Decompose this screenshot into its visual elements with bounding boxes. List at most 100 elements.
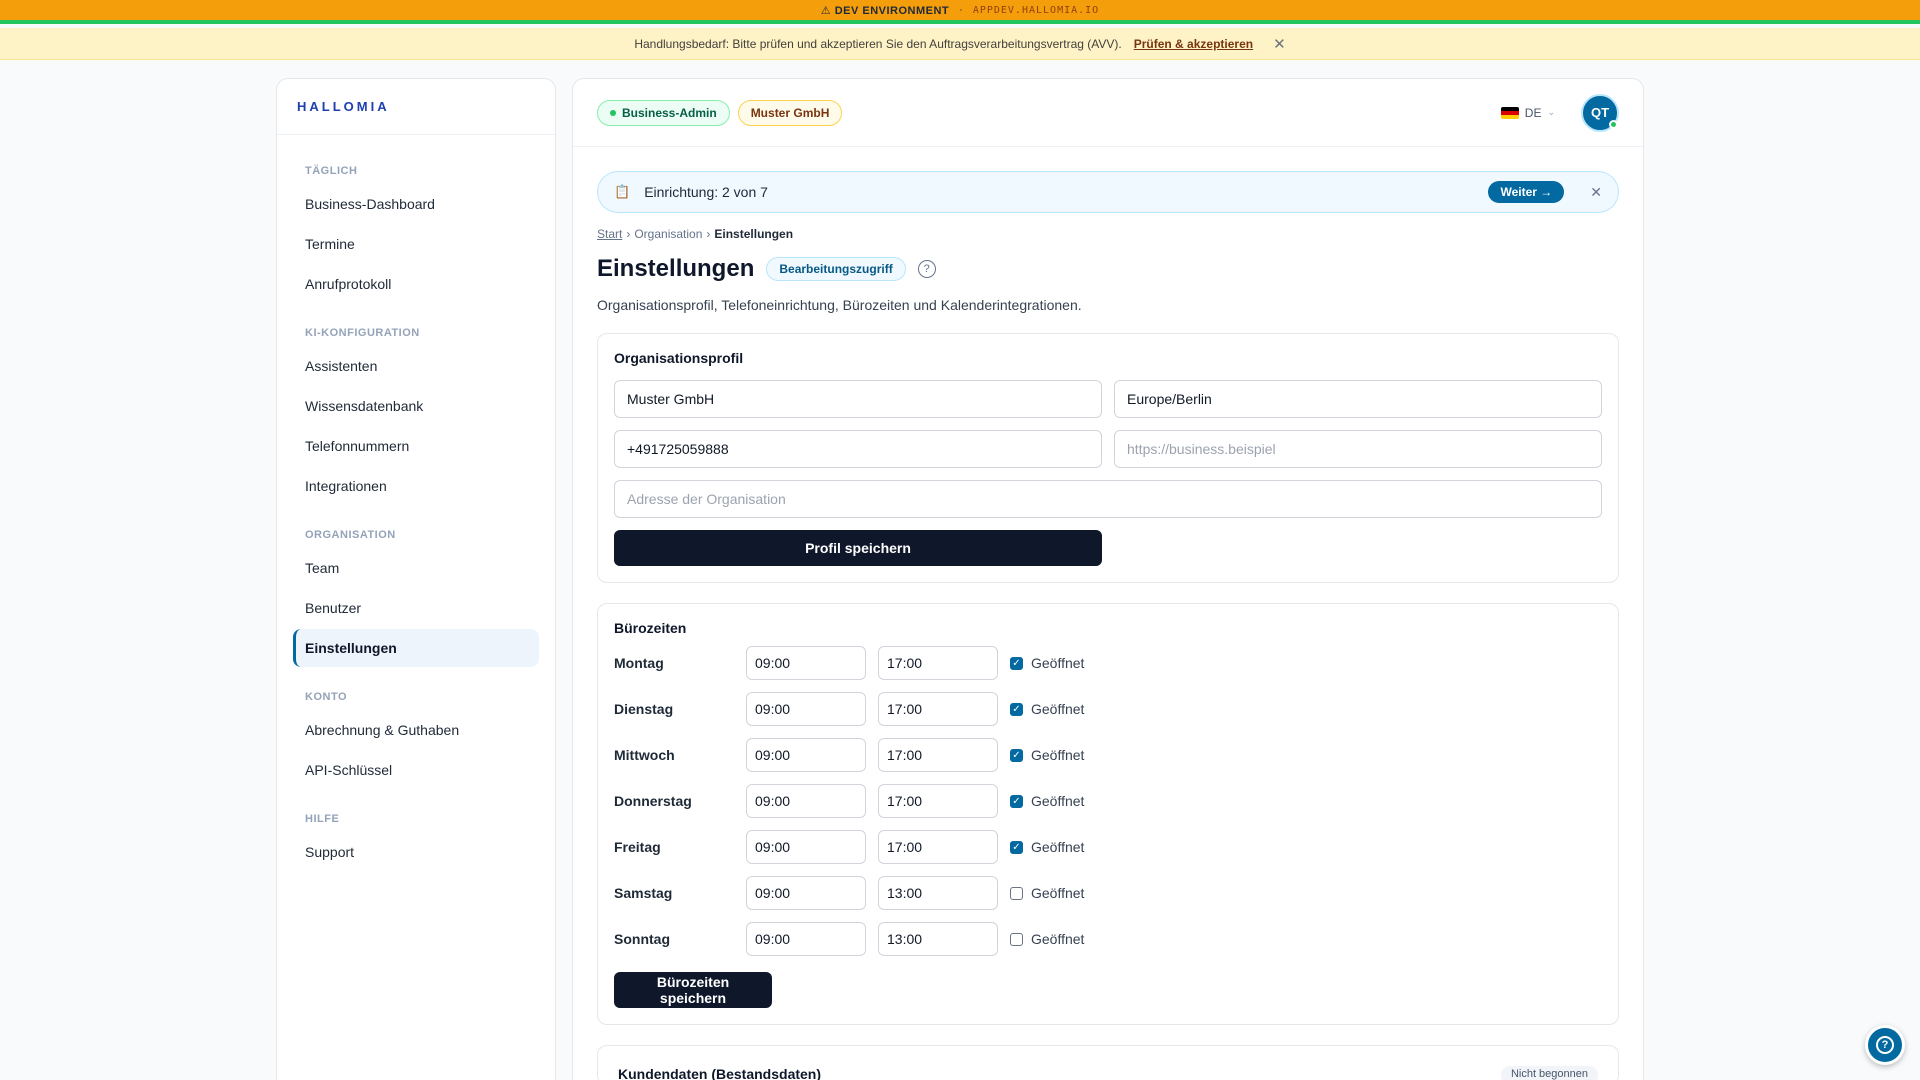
website-input[interactable]	[1114, 430, 1602, 468]
help-icon: ?	[1876, 1036, 1894, 1054]
checkbox-icon[interactable]: ✓	[1010, 794, 1023, 808]
page-title: Einstellungen	[597, 255, 755, 282]
open-from-input[interactable]	[746, 830, 866, 864]
open-from-input[interactable]	[746, 692, 866, 726]
checkbox-icon[interactable]	[1010, 932, 1023, 946]
checkbox-icon[interactable]: ✓	[1010, 702, 1023, 716]
sidebar-item-termine[interactable]: Termine	[293, 225, 539, 263]
org-pill[interactable]: Muster GmbH	[737, 99, 843, 126]
page-subtitle: Organisationsprofil, Telefoneinrichtung,…	[597, 297, 1082, 313]
checkbox-icon[interactable]	[1010, 886, 1023, 900]
day-label: Donnerstag	[614, 793, 692, 809]
dev-separator: ·	[959, 4, 963, 16]
help-icon[interactable]: ?	[917, 260, 936, 278]
sidebar-item-abrechnung[interactable]: Abrechnung & Guthaben	[293, 711, 539, 749]
sidebar-item-benutzer[interactable]: Benutzer	[293, 589, 539, 627]
open-from-input[interactable]	[746, 646, 866, 680]
role-label: Business-Admin	[622, 105, 717, 120]
open-checkbox[interactable]: ✓ Geöffnet	[1010, 701, 1084, 717]
hours-list: Montag✓GeöffnetDienstag✓GeöffnetMittwoch…	[614, 640, 1602, 962]
open-from-input[interactable]	[746, 922, 866, 956]
open-label: Geöffnet	[1031, 701, 1085, 717]
profile-form	[614, 380, 1602, 518]
breadcrumb-start[interactable]: Start	[597, 227, 622, 241]
section-title-ki-konfiguration: KI-KONFIGURATION	[305, 327, 420, 339]
sidebar: HALLOMIA TÄGLICH Business-Dashboard Term…	[276, 78, 556, 1080]
open-checkbox[interactable]: ✓ Geöffnet	[1010, 839, 1084, 855]
open-to-input[interactable]	[878, 646, 998, 680]
close-icon[interactable]: ✕	[1590, 184, 1602, 201]
open-to-input[interactable]	[878, 830, 998, 864]
open-from-input[interactable]	[746, 784, 866, 818]
dev-host: APPDEV.HALLOMIA.IO	[972, 4, 1100, 16]
avatar[interactable]: QT	[1581, 93, 1619, 132]
chevron-down-icon: ⌄	[1547, 107, 1555, 117]
open-checkbox[interactable]: ✓ Geöffnet	[1010, 655, 1084, 671]
hours-row: Samstag Geöffnet	[614, 870, 1602, 916]
timezone-input[interactable]	[1114, 380, 1602, 418]
open-label: Geöffnet	[1031, 839, 1085, 855]
next-step-button[interactable]: Weiter →	[1488, 181, 1565, 203]
day-label: Freitag	[614, 839, 661, 855]
sidebar-item-business-dashboard[interactable]: Business-Dashboard	[293, 185, 539, 223]
sidebar-item-integrationen[interactable]: Integrationen	[293, 467, 539, 505]
open-to-input[interactable]	[878, 784, 998, 818]
dev-label: ⚠ DEV ENVIRONMENT	[820, 4, 950, 17]
organisation-name-input[interactable]	[614, 380, 1102, 418]
save-hours-button[interactable]: Bürozeiten speichern	[614, 972, 772, 1008]
brand-logo[interactable]: HALLOMIA	[277, 79, 555, 135]
open-checkbox[interactable]: ✓ Geöffnet	[1010, 747, 1084, 763]
online-status-icon	[1609, 119, 1618, 129]
checkbox-icon[interactable]: ✓	[1010, 656, 1023, 670]
section-title-organisation: ORGANISATION	[305, 529, 396, 541]
open-checkbox[interactable]: Geöffnet	[1010, 885, 1084, 901]
sidebar-item-wissensdatenbank[interactable]: Wissensdatenbank	[293, 387, 539, 425]
open-to-input[interactable]	[878, 876, 998, 910]
day-label: Sonntag	[614, 931, 670, 947]
save-profile-button[interactable]: Profil speichern	[614, 530, 1102, 566]
sidebar-item-telefonnummern[interactable]: Telefonnummern	[293, 427, 539, 465]
open-to-input[interactable]	[878, 922, 998, 956]
sidebar-item-api-schluessel[interactable]: API-Schlüssel	[293, 751, 539, 789]
help-chat-button[interactable]: ?	[1865, 1025, 1905, 1065]
open-to-input[interactable]	[878, 692, 998, 726]
open-checkbox[interactable]: ✓ Geöffnet	[1010, 793, 1084, 809]
avatar-initials: QT	[1590, 105, 1610, 120]
sidebar-item-anrufprotokoll[interactable]: Anrufprotokoll	[293, 265, 539, 303]
phone-input[interactable]	[614, 430, 1102, 468]
profile-card-title: Organisationsprofil	[614, 350, 744, 366]
section-title-hilfe: HILFE	[305, 813, 340, 825]
sidebar-item-einstellungen[interactable]: Einstellungen	[293, 629, 539, 667]
open-label: Geöffnet	[1031, 747, 1085, 763]
open-checkbox[interactable]: Geöffnet	[1010, 931, 1084, 947]
hours-row: Mittwoch ✓ Geöffnet	[614, 732, 1602, 778]
sidebar-item-assistenten[interactable]: Assistenten	[293, 347, 539, 385]
open-from-input[interactable]	[746, 738, 866, 772]
open-label: Geöffnet	[1031, 885, 1085, 901]
review-accept-link[interactable]: Prüfen & akzeptieren	[1134, 37, 1253, 51]
setup-progress-banner: 📋 Einrichtung: 2 von 7 Weiter → ✕	[597, 171, 1619, 213]
organisation-profile-card: Organisationsprofil Profil speichern	[597, 333, 1619, 583]
open-to-input[interactable]	[878, 738, 998, 772]
address-input[interactable]	[614, 480, 1602, 518]
language-selector[interactable]: DE ⌄	[1500, 105, 1555, 120]
notice-text: Handlungsbedarf: Bitte prüfen und akzept…	[634, 36, 1122, 51]
checkbox-icon[interactable]: ✓	[1010, 840, 1023, 854]
breadcrumb-organisation[interactable]: Organisation	[634, 227, 702, 241]
open-label: Geöffnet	[1031, 793, 1085, 809]
office-hours-card: Bürozeiten Montag ✓ Geöffnet Dienstag ✓ Geöff…	[597, 603, 1619, 1025]
topbar: Business-Admin Muster GmbH DE ⌄ QT	[573, 79, 1643, 147]
status-dot-icon	[610, 109, 616, 116]
checkbox-icon[interactable]: ✓	[1010, 748, 1023, 762]
hours-row: Sonntag Geöffnet	[614, 916, 1602, 962]
title-row: Einstellungen Bearbeitungszugriff ?	[597, 255, 1619, 283]
close-icon[interactable]: ✕	[1273, 35, 1286, 53]
open-from-input[interactable]	[746, 876, 866, 910]
customer-data-card: Kundendaten (Bestandsdaten) Nicht begonn…	[597, 1045, 1619, 1080]
open-label: Geöffnet	[1031, 655, 1085, 671]
language-label: DE	[1524, 105, 1542, 120]
sidebar-item-support[interactable]: Support	[293, 833, 539, 871]
hours-row: Dienstag ✓ Geöffnet	[614, 686, 1602, 732]
breadcrumb-separator: ›	[706, 227, 711, 241]
sidebar-item-team[interactable]: Team	[293, 549, 539, 587]
